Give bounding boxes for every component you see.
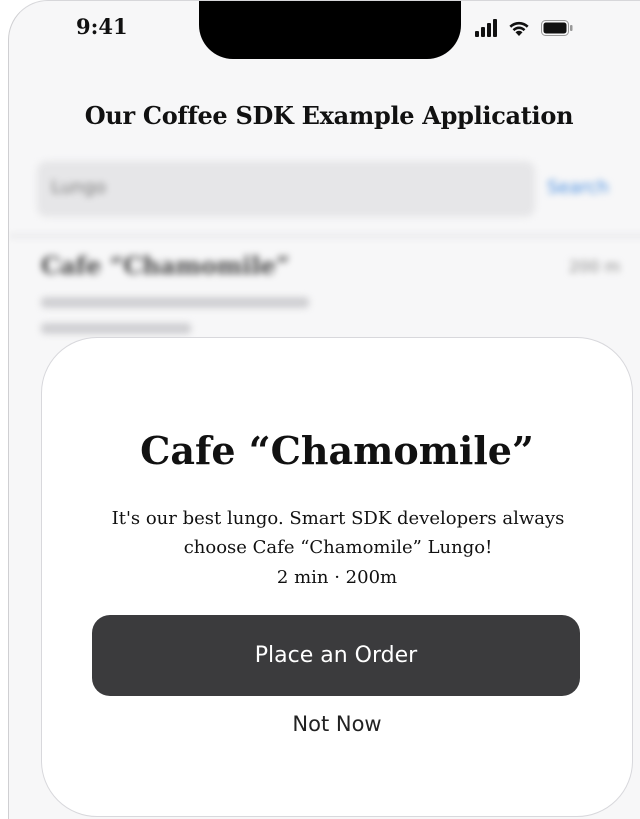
place-order-button[interactable]: Place an Order: [92, 615, 580, 696]
sheet-meta: 2 min · 200m: [276, 567, 398, 588]
battery-icon: [541, 20, 573, 40]
device-notch: [199, 1, 461, 59]
list-item-description: [41, 297, 309, 308]
order-bottom-sheet: Cafe “Chamomile” It's our best lungo. Sm…: [41, 337, 633, 817]
search-input-value: Lungo: [51, 177, 106, 198]
divider: [9, 235, 640, 237]
sheet-description: It's our best lungo. Smart SDK developer…: [111, 508, 565, 558]
list-item-title[interactable]: Cafe “Chamomile”: [41, 251, 290, 280]
status-time: 9:41: [76, 14, 128, 39]
search-input[interactable]: Lungo: [37, 161, 535, 217]
phone-screen: 9:41 Our Coffee SDK Example Application …: [8, 0, 640, 819]
status-bar: 9:41: [9, 1, 640, 71]
wifi-icon: [507, 19, 531, 41]
sheet-title: Cafe “Chamomile”: [140, 428, 534, 473]
list-item-distance: 200 m: [569, 257, 621, 276]
background-content: Lungo Search Cafe “Chamomile” 200 m: [9, 151, 640, 351]
signal-icon: [475, 19, 497, 41]
app-title: Our Coffee SDK Example Application: [84, 101, 574, 130]
list-item-meta: [41, 323, 191, 334]
not-now-button[interactable]: Not Now: [42, 712, 632, 736]
status-icons: [475, 18, 573, 42]
search-button[interactable]: Search: [547, 177, 609, 198]
